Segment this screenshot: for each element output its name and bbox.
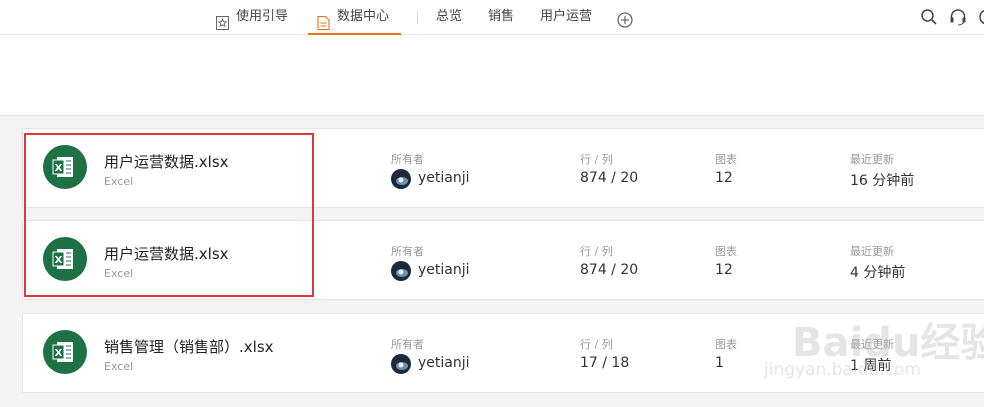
updated-label: 最近更新 bbox=[850, 153, 894, 166]
file-name[interactable]: 销售管理（销售部）.xlsx bbox=[104, 336, 274, 357]
nav-tab-sales[interactable]: 销售 bbox=[488, 0, 514, 34]
annotation-highlight-box bbox=[24, 133, 314, 297]
owner-label: 所有者 bbox=[391, 338, 424, 351]
owner-label: 所有者 bbox=[391, 153, 424, 166]
excel-file-icon: X bbox=[43, 330, 87, 374]
svg-text:X: X bbox=[55, 348, 63, 359]
updated-label: 最近更新 bbox=[850, 245, 894, 258]
watermark: Baidu经验 jingyan.baidu.com bbox=[752, 296, 984, 406]
clock-icon[interactable] bbox=[978, 8, 984, 30]
search-icon[interactable] bbox=[920, 8, 938, 30]
charts-label: 图表 bbox=[715, 153, 737, 166]
owner-value: yetianji bbox=[418, 355, 470, 371]
rows-cols-label: 行 / 列 bbox=[580, 338, 613, 351]
nav-tab-guide-label: 使用引导 bbox=[236, 9, 289, 24]
charts-label: 图表 bbox=[715, 338, 737, 351]
nav-tab-guide[interactable]: 使用引导 bbox=[216, 0, 298, 34]
header-banner bbox=[0, 35, 984, 116]
owner-label: 所有者 bbox=[391, 245, 424, 258]
charts-value: 1 bbox=[715, 355, 724, 371]
charts-value: 12 bbox=[715, 170, 733, 186]
avatar bbox=[391, 261, 411, 281]
add-tab-plus-icon[interactable] bbox=[617, 8, 633, 28]
top-navigation-bar: 使用引导 数据中心 总览 销售 用户运营 bbox=[0, 0, 984, 35]
avatar bbox=[391, 354, 411, 374]
avatar bbox=[391, 169, 411, 189]
rows-cols-value: 874 / 20 bbox=[580, 170, 639, 186]
rows-cols-value: 874 / 20 bbox=[580, 262, 639, 278]
nav-tab-user-ops[interactable]: 用户运营 bbox=[540, 0, 592, 34]
file-type: Excel bbox=[104, 360, 134, 373]
charts-label: 图表 bbox=[715, 245, 737, 258]
updated-value: 16 分钟前 bbox=[850, 173, 915, 189]
charts-value: 12 bbox=[715, 262, 733, 278]
headset-support-icon[interactable] bbox=[949, 8, 967, 30]
rows-cols-value: 17 / 18 bbox=[580, 355, 630, 371]
updated-value: 4 分钟前 bbox=[850, 265, 906, 281]
owner-value: yetianji bbox=[418, 170, 470, 186]
nav-tab-overview[interactable]: 总览 bbox=[436, 0, 462, 34]
rows-cols-label: 行 / 列 bbox=[580, 153, 613, 166]
rows-cols-label: 行 / 列 bbox=[580, 245, 613, 258]
owner-value: yetianji bbox=[418, 262, 470, 278]
nav-tab-data-center[interactable]: 数据中心 bbox=[308, 0, 401, 35]
watermark-url: jingyan.baidu.com bbox=[764, 360, 921, 380]
nav-divider bbox=[417, 10, 418, 24]
nav-tab-data-center-label: 数据中心 bbox=[337, 9, 390, 24]
